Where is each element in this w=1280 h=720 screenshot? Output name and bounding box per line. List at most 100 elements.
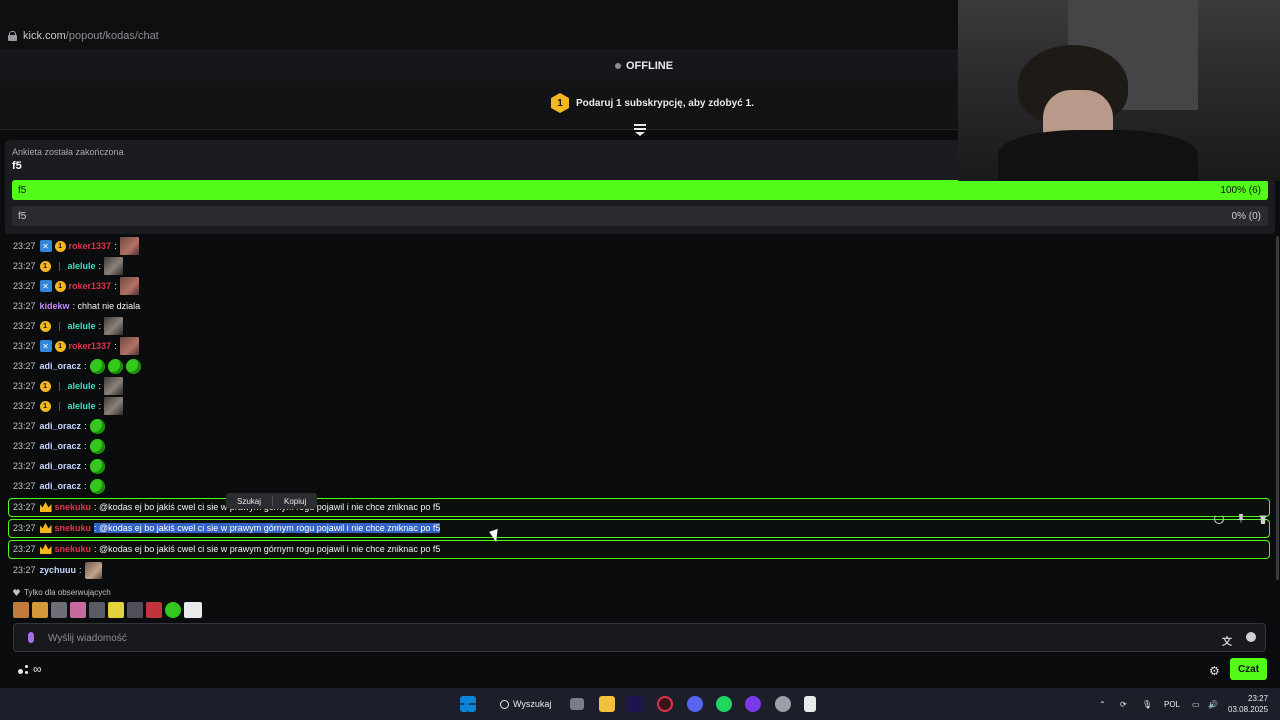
infinity-icon[interactable]: ∞ [33,662,42,676]
message-text-selected: : @kodas ej bo jakiś cwel ci sie w prawy… [94,523,441,533]
clock-time: 23:27 [1248,694,1269,703]
search-menu-item[interactable]: Szukaj [226,497,272,506]
username[interactable]: snekuku [55,523,92,533]
poll-option-2-label: f5 [18,211,27,222]
og-badge-icon: ✕ [39,280,52,292]
undo-icon[interactable] [1214,514,1224,524]
username[interactable]: kidekw [40,301,70,311]
emote-10-icon[interactable] [184,602,202,618]
search-icon [500,699,509,709]
pin-icon[interactable] [1237,514,1245,524]
username[interactable]: roker1337 [69,341,112,351]
emote-7-icon[interactable] [127,602,143,618]
green-emote-icon [125,358,141,374]
chat-message[interactable]: 23:27 snekuku : @kodas ej bo jakiś cwel … [13,539,440,559]
username[interactable]: roker1337 [69,281,112,291]
emote-5-icon[interactable] [89,602,105,618]
username[interactable]: alelule [68,401,96,411]
spotify-icon[interactable] [716,696,732,712]
chat-message[interactable]: 23:27 ✕ 1 roker1337: [13,236,139,256]
chat-message[interactable]: 23:27 adi_oracz: [13,476,105,496]
chat-message[interactable]: 23:27 1 alelule: [13,316,124,336]
username[interactable]: snekuku [55,544,92,554]
og-badge-icon: ✕ [39,340,52,352]
username[interactable]: snekuku [55,502,92,512]
emote-9-icon[interactable] [165,602,181,618]
username[interactable]: zychuuu [40,565,77,575]
copy-menu-item[interactable]: Kopiuj [273,497,317,506]
premiere-icon[interactable] [627,696,643,712]
username[interactable]: alelule [68,261,96,271]
volume-icon[interactable]: 🔊 [1208,700,1218,709]
badge-separator [58,401,60,411]
chat-message[interactable]: 23:27 1 alelule: [13,256,124,276]
username[interactable]: adi_oracz [40,421,82,431]
chat-message[interactable]: 23:27 adi_oracz: [13,436,105,456]
badge-separator [58,321,60,331]
username[interactable]: adi_oracz [40,461,82,471]
discord-icon[interactable] [687,696,703,712]
cat-emote-icon [84,561,102,579]
chat-message[interactable]: 23:27 ✕ 1 roker1337: [13,276,139,296]
emote-4-icon[interactable] [70,602,86,618]
chat-message[interactable]: 23:27 zychuuu : [13,560,102,580]
emote-2-icon[interactable] [32,602,48,618]
poll-option-1-label: f5 [18,185,27,196]
message-text: : [114,241,117,251]
timestamp: 23:27 [13,321,36,331]
message-text: : [84,481,87,491]
chat-message[interactable]: 23:27 ✕ 1 roker1337: [13,336,139,356]
expand-pinned-icon[interactable] [634,124,646,136]
timestamp: 23:27 [13,481,36,491]
kick-app-icon[interactable] [804,696,816,712]
username[interactable]: roker1337 [69,241,112,251]
language-indicator[interactable]: POL [1164,700,1180,709]
network-icon[interactable]: ▭ [1192,700,1200,709]
chat-message[interactable]: 23:27 1 alelule: [13,396,124,416]
username[interactable]: adi_oracz [40,441,82,451]
poll-option-2-percent: 0% (0) [1231,211,1261,222]
task-view-icon[interactable] [570,698,584,710]
chat-message[interactable]: 23:27 adi_oracz: [13,356,141,376]
green-emote-icon [89,458,105,474]
emoji-icon[interactable] [1246,632,1256,642]
emote-8-icon[interactable] [146,602,162,618]
translate-icon[interactable]: 文 [1222,633,1232,648]
username[interactable]: alelule [68,381,96,391]
chat-input[interactable]: Wyślij wiadomość 文 [13,623,1266,652]
microphone-icon[interactable] [28,632,34,643]
username[interactable]: adi_oracz [40,481,82,491]
chat-message[interactable]: 23:27 adi_oracz: [13,456,105,476]
trash-icon[interactable] [1259,515,1267,524]
gift-sub-promo[interactable]: 1 Podaruj 1 subskrypcję, aby zdobyć 1. [551,93,754,113]
timestamp: 23:27 [13,421,36,431]
file-explorer-icon[interactable] [599,696,615,712]
mic-tray-icon[interactable]: 🎙 [1142,700,1152,709]
points-icon[interactable] [18,664,29,675]
message-text: : [79,565,82,575]
chat-message[interactable]: 23:27 snekuku : @kodas ej bo jakiś cwel … [13,518,441,538]
steam-icon[interactable] [775,696,791,712]
taskbar-search[interactable]: Wyszukaj [500,699,551,709]
taskbar-clock[interactable]: 23:27 03.08.2025 [1228,693,1268,715]
tray-chevron-icon[interactable]: ⌃ [1099,700,1106,709]
timestamp: 23:27 [13,461,36,471]
message-text: : chhat nie dziala [72,301,141,311]
chat-send-button[interactable]: Czat [1230,658,1267,680]
windows-start-icon[interactable] [460,696,476,712]
emote-3-icon[interactable] [51,602,67,618]
opera-gx-icon[interactable] [657,696,673,712]
chat-scrollbar[interactable] [1276,236,1279,580]
url-bar[interactable]: kick.com/popout/kodas/chat [8,30,159,42]
chat-message[interactable]: 23:27 1 alelule: [13,376,124,396]
chat-message[interactable]: 23:27 kidekw: chhat nie dziala [13,296,140,316]
chat-message[interactable]: 23:27 adi_oracz: [13,416,105,436]
sub-badge-icon: 1 [39,320,51,332]
sync-icon[interactable]: ⟳ [1120,700,1127,709]
username[interactable]: adi_oracz [40,361,82,371]
obs-icon[interactable] [745,696,761,712]
emote-6-icon[interactable] [108,602,124,618]
settings-gear-icon[interactable]: ⚙ [1209,664,1220,678]
emote-1-icon[interactable] [13,602,29,618]
username[interactable]: alelule [68,321,96,331]
